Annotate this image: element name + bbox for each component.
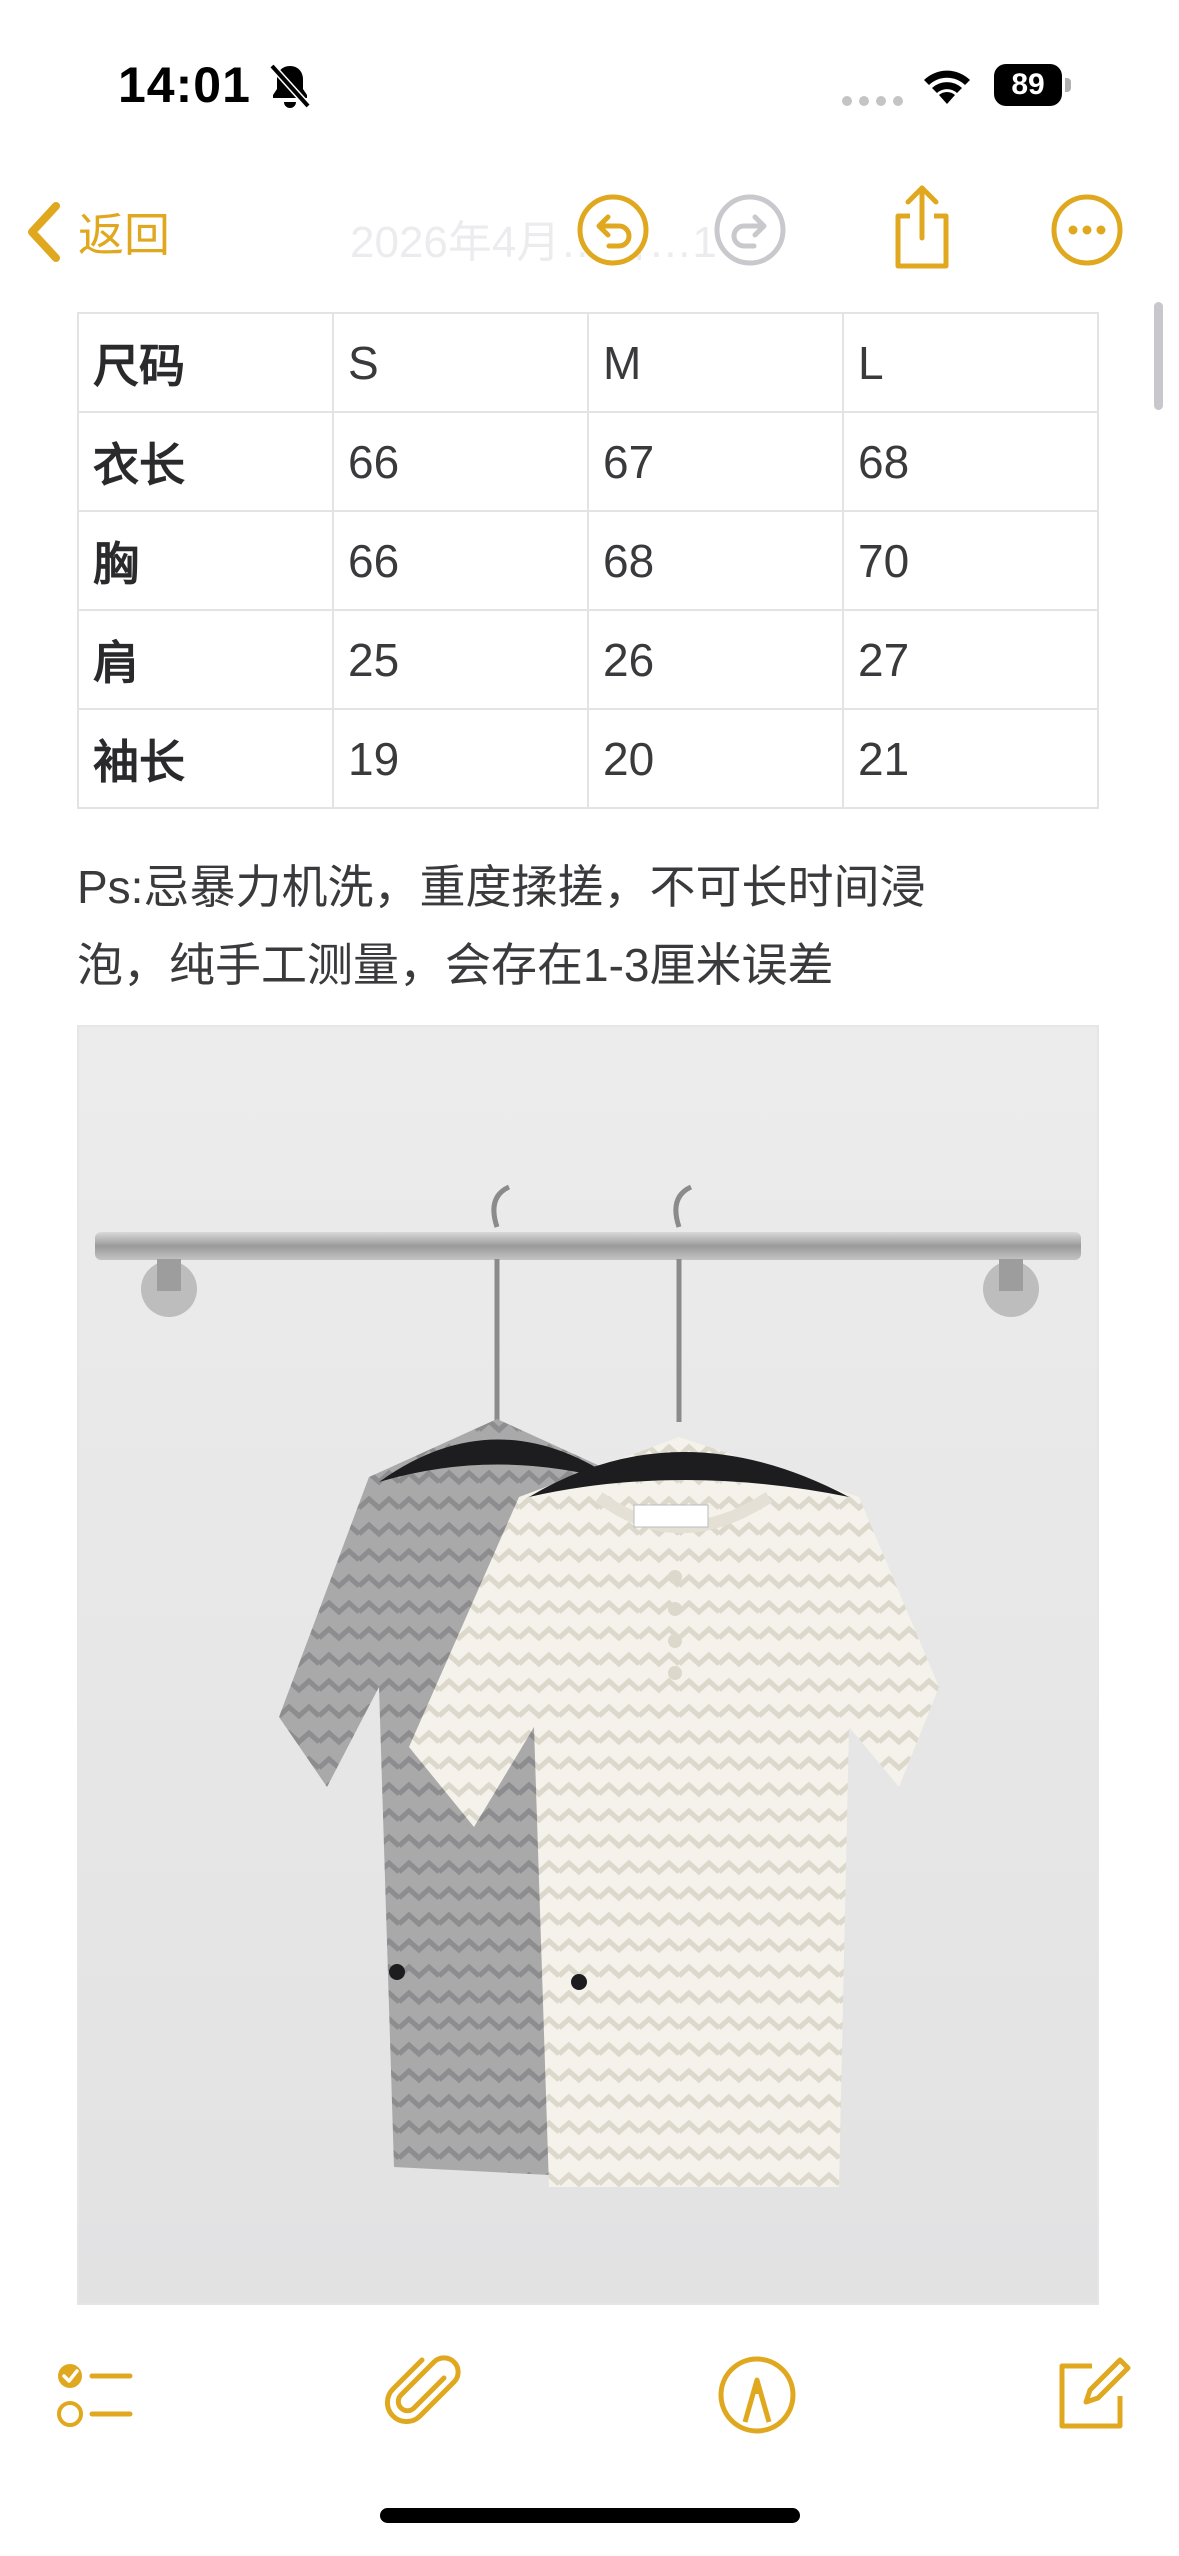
chevron-left-icon xyxy=(28,202,60,262)
status-time: 14:01 xyxy=(118,57,251,113)
markup-pen-icon[interactable] xyxy=(712,2350,802,2440)
table-cell[interactable]: S xyxy=(332,312,589,413)
table-cell[interactable]: 68 xyxy=(842,411,1099,512)
note-title: 2026年4月…日…1 xyxy=(350,218,717,267)
size-table: 尺码 S M L 衣长 66 67 68 胸 66 68 70 肩 25 26 … xyxy=(77,312,1099,809)
note-line: Ps:忌暴力机洗，重度揉搓，不可长时间浸 xyxy=(77,861,926,913)
table-cell[interactable]: 衣长 xyxy=(77,411,334,512)
table-cell[interactable]: 19 xyxy=(332,708,589,809)
share-icon[interactable] xyxy=(882,182,962,272)
table-cell[interactable]: 26 xyxy=(587,609,844,710)
scroll-indicator[interactable] xyxy=(1154,302,1163,410)
note-line: 泡，纯手工测量，会存在1-3厘米误差 xyxy=(77,939,834,991)
cellular-dots-icon xyxy=(842,96,903,106)
table-row: 尺码 S M L xyxy=(77,312,1099,413)
product-photo-illustration xyxy=(79,1027,1097,2303)
table-cell[interactable]: 68 xyxy=(587,510,844,611)
table-cell[interactable]: 袖长 xyxy=(77,708,334,809)
table-cell[interactable]: 20 xyxy=(587,708,844,809)
battery-icon: 89 xyxy=(994,64,1072,106)
redo-icon[interactable] xyxy=(710,190,790,270)
back-label: 返回 xyxy=(78,209,170,261)
table-row: 胸 66 68 70 xyxy=(77,510,1099,611)
bell-slash-icon xyxy=(269,63,311,109)
table-cell[interactable]: 66 xyxy=(332,411,589,512)
nav-bar: 返回 2026年4月…日…1 xyxy=(0,170,1179,290)
table-cell[interactable]: 70 xyxy=(842,510,1099,611)
more-icon[interactable] xyxy=(1047,190,1127,270)
table-cell[interactable]: 胸 xyxy=(77,510,334,611)
back-button[interactable]: 返回 xyxy=(22,190,170,274)
table-cell[interactable]: L xyxy=(842,312,1099,413)
table-cell[interactable]: 21 xyxy=(842,708,1099,809)
table-cell[interactable]: 66 xyxy=(332,510,589,611)
table-cell[interactable]: M xyxy=(587,312,844,413)
table-cell[interactable]: 67 xyxy=(587,411,844,512)
table-row: 衣长 66 67 68 xyxy=(77,411,1099,512)
product-photo[interactable] xyxy=(77,1025,1099,2305)
table-cell[interactable]: 27 xyxy=(842,609,1099,710)
compose-icon[interactable] xyxy=(1046,2350,1136,2440)
paperclip-icon[interactable] xyxy=(382,2350,472,2440)
checklist-icon[interactable] xyxy=(48,2350,138,2440)
note-body-text[interactable]: Ps:忌暴力机洗，重度揉搓，不可长时间浸 泡，纯手工测量，会存在1-3厘米误差 xyxy=(77,848,1097,1004)
table-cell[interactable]: 尺码 xyxy=(77,312,334,413)
wifi-icon xyxy=(924,70,970,104)
battery-level: 89 xyxy=(994,64,1062,106)
undo-icon[interactable] xyxy=(573,190,653,270)
table-cell[interactable]: 肩 xyxy=(77,609,334,710)
status-bar: 14:01 89 xyxy=(0,0,1179,170)
home-indicator[interactable] xyxy=(380,2508,800,2523)
table-row: 肩 25 26 27 xyxy=(77,609,1099,710)
bottom-toolbar xyxy=(0,2330,1179,2460)
table-row: 袖长 19 20 21 xyxy=(77,708,1099,809)
table-cell[interactable]: 25 xyxy=(332,609,589,710)
